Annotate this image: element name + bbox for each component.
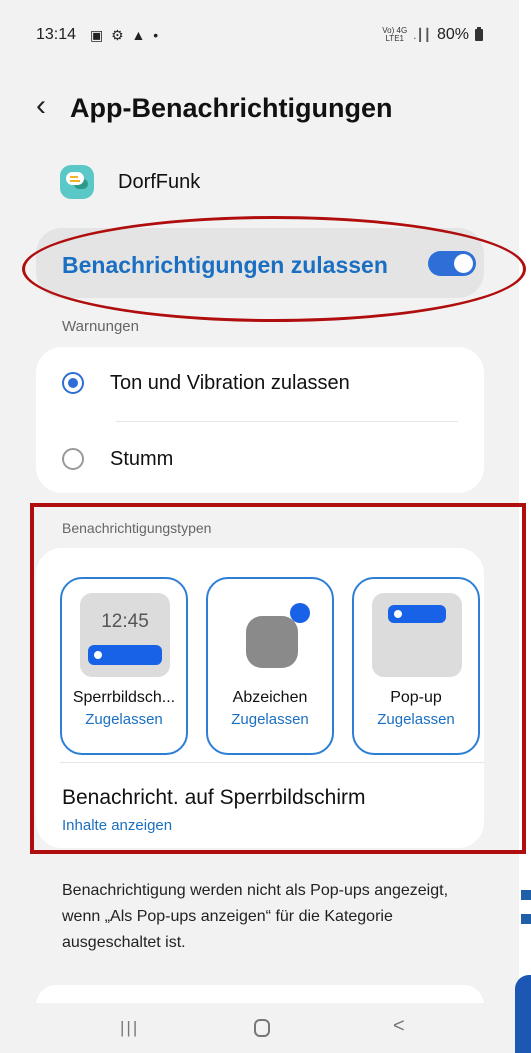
footnote-text: Benachrichtigung werden nicht als Pop-up… xyxy=(62,882,449,951)
side-decoration xyxy=(517,890,531,938)
tile-status: Zugelassen xyxy=(377,711,455,728)
app-info-row: DorfFunk xyxy=(60,165,200,199)
dorffunk-app-icon xyxy=(60,165,94,199)
status-right: Vo) 4G LTE1 .┃┃ 80% xyxy=(382,26,483,44)
lockscreen-preview: 12:45 xyxy=(80,593,170,677)
phone-screen: 13:14 ▣ ⚙ ▲ • Vo) 4G LTE1 .┃┃ 80% ‹ App-… xyxy=(0,0,526,1053)
lockscreen-setting-title[interactable]: Benachricht. auf Sperrbildschirm xyxy=(62,786,365,810)
tile-status: Zugelassen xyxy=(85,711,163,728)
recents-icon[interactable]: ||| xyxy=(120,1018,139,1038)
badge-dot-icon xyxy=(290,603,310,623)
page-title: App-Benachrichtigungen xyxy=(70,92,393,123)
tile-badge[interactable]: Abzeichen Zugelassen xyxy=(206,577,334,755)
radio-selected-icon[interactable] xyxy=(62,372,84,394)
status-time: 13:14 xyxy=(36,26,77,43)
lockscreen-setting-value: Inhalte anzeigen xyxy=(62,817,173,834)
signal-icon: .┃┃ xyxy=(413,28,431,42)
badge-app-icon xyxy=(246,616,298,668)
network-sub-label: LTE1 xyxy=(385,34,404,43)
radio-unselected-icon[interactable] xyxy=(62,448,84,470)
preview-notification-bar xyxy=(88,645,162,665)
battery-icon xyxy=(475,27,483,41)
notification-icons: ▣ ⚙ ▲ • xyxy=(90,27,161,43)
allow-notifications-toggle[interactable] xyxy=(428,251,476,276)
warnings-card: Ton und Vibration zulassen Stumm xyxy=(36,347,484,493)
option-label: Ton und Vibration zulassen xyxy=(110,371,350,394)
tile-popup[interactable]: Pop-up Zugelassen xyxy=(352,577,480,755)
allow-notifications-label: Benachrichtigungen zulassen xyxy=(62,252,388,278)
tile-name: Pop-up xyxy=(390,689,442,706)
page-header: ‹ App-Benachrichtigungen xyxy=(36,88,393,128)
side-decoration-arc xyxy=(515,975,531,1053)
back-icon[interactable]: ‹ xyxy=(36,89,70,123)
app-name: DorfFunk xyxy=(118,170,201,193)
option-sound-vibration[interactable]: Ton und Vibration zulassen xyxy=(62,353,458,413)
option-mute[interactable]: Stumm xyxy=(62,429,458,489)
option-label: Stumm xyxy=(110,447,174,470)
tile-name: Sperrbildsch... xyxy=(72,689,176,706)
allow-notifications-row[interactable]: Benachrichtigungen zulassen xyxy=(36,228,484,298)
popup-bar xyxy=(388,605,446,623)
preview-time: 12:45 xyxy=(101,611,149,632)
tile-lockscreen[interactable]: 12:45 Sperrbildsch... Zugelassen xyxy=(60,577,188,755)
battery-percent: 80% xyxy=(436,26,469,43)
navigation-bar: ||| < xyxy=(0,1003,519,1053)
home-icon[interactable] xyxy=(254,1019,270,1037)
tile-name: Abzeichen xyxy=(232,689,308,706)
types-section-label: Benachrichtigungstypen xyxy=(62,520,212,536)
tile-status: Zugelassen xyxy=(231,711,309,728)
divider xyxy=(116,421,458,422)
network-icon: Vo) 4G LTE1 xyxy=(382,27,407,43)
status-bar: 13:14 ▣ ⚙ ▲ • Vo) 4G LTE1 .┃┃ 80% xyxy=(36,26,483,48)
back-nav-icon[interactable]: < xyxy=(393,1015,405,1038)
toggle-knob xyxy=(454,254,473,273)
warnings-section-label: Warnungen xyxy=(62,318,139,335)
divider xyxy=(60,762,484,763)
next-card-edge xyxy=(36,985,484,1005)
popup-preview xyxy=(372,593,462,677)
